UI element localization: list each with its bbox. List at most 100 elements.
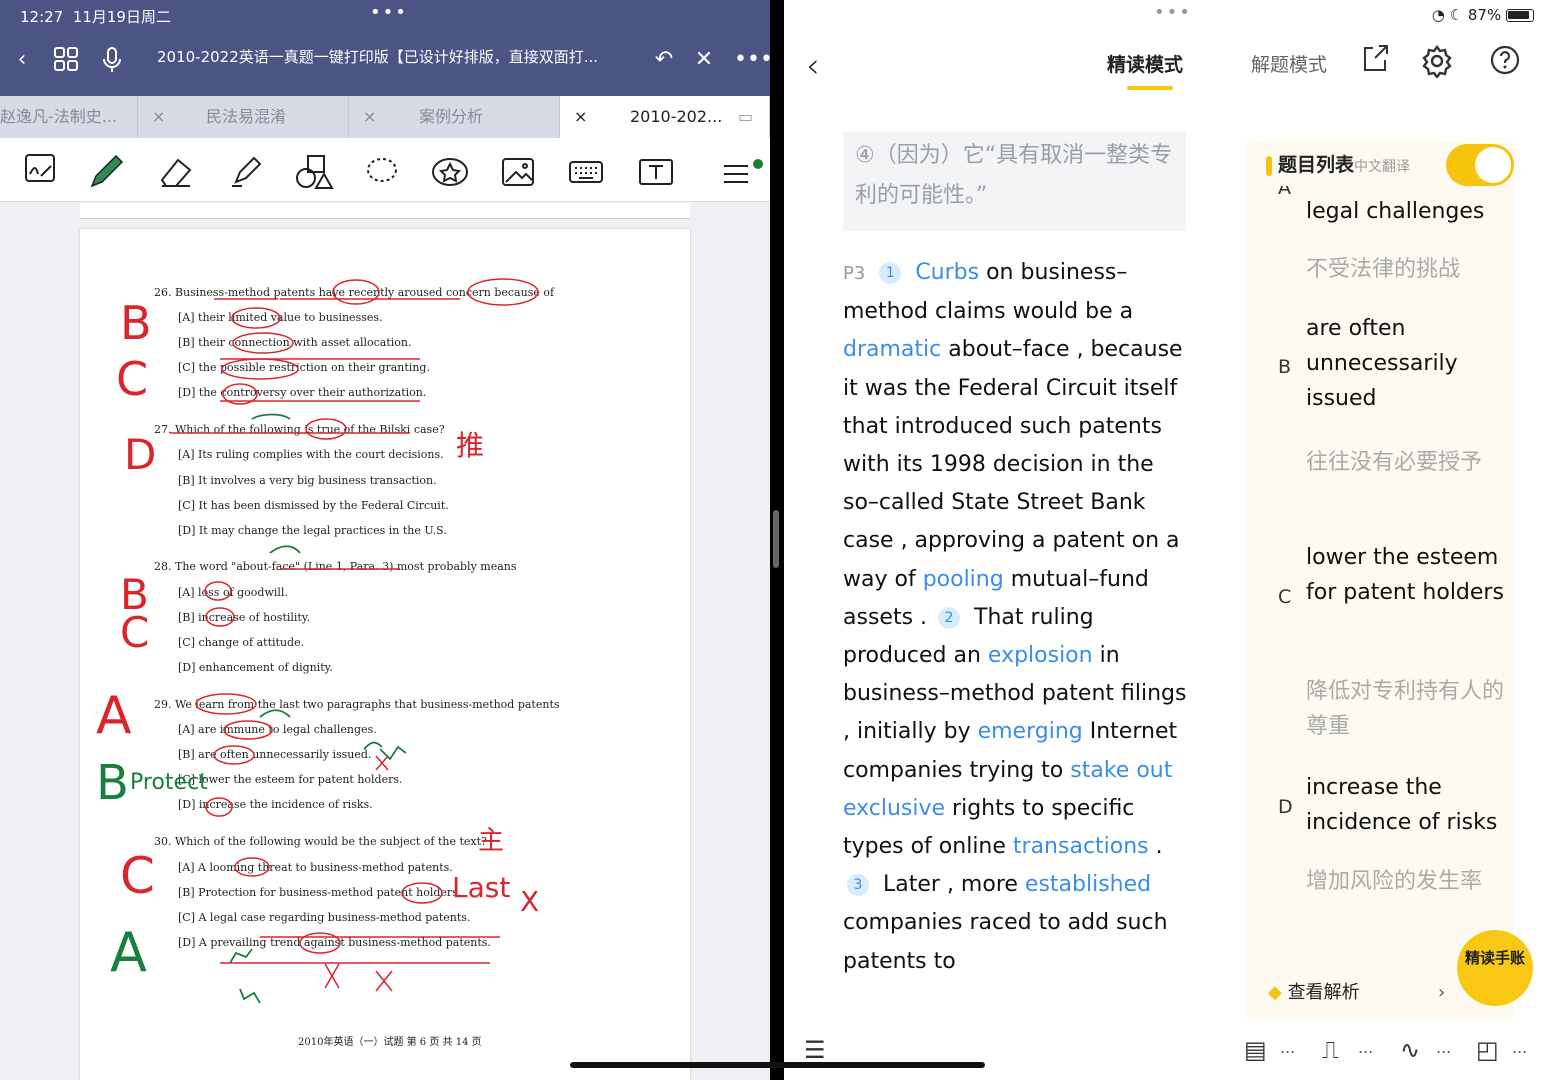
- close-icon[interactable]: ×: [574, 96, 587, 138]
- q27-option-b: [B] It involves a very big business tran…: [178, 474, 437, 487]
- microphone-icon[interactable]: [98, 46, 126, 74]
- battery-percent: 87%: [1467, 6, 1502, 24]
- close-icon[interactable]: ×: [152, 96, 165, 138]
- pen-icon[interactable]: [86, 152, 126, 192]
- q26-option-b: [B] their connection with asset allocati…: [178, 336, 412, 349]
- vocab-word[interactable]: dramatic: [843, 337, 941, 362]
- option-b-english[interactable]: are often unnecessarily issued: [1306, 311, 1506, 416]
- option-a-english[interactable]: legal challenges: [1306, 194, 1506, 229]
- tab-solve-mode[interactable]: 解题模式: [1251, 50, 1327, 77]
- q29-option-a: [A] are immune to legal challenges.: [178, 723, 377, 736]
- back-icon[interactable]: ‹: [806, 46, 820, 86]
- vocab-word[interactable]: Curbs: [915, 260, 979, 285]
- reading-notebook-button[interactable]: 精读手账: [1457, 930, 1533, 1006]
- highlighter-icon[interactable]: [226, 152, 266, 192]
- previous-sentence-translation[interactable]: ④（因为）它“具有取消一整类专利的可能性。”: [843, 132, 1186, 231]
- passage-text[interactable]: about–face , because it was the Federal …: [843, 337, 1183, 591]
- menu-icon[interactable]: ☰: [804, 1036, 826, 1064]
- zoom-write-icon[interactable]: [20, 152, 60, 192]
- sentence-number-badge[interactable]: 3: [847, 874, 869, 897]
- bottom-toolbar: ☰ ▤ ... ⎍ ... ∿ ... ◰ ...: [784, 1020, 1554, 1080]
- vocab-word[interactable]: explosion: [988, 643, 1093, 668]
- status-bar: ••• ◔ ☾ 87%: [784, 0, 1554, 32]
- color-settings-icon[interactable]: [718, 152, 763, 192]
- wifi-icon: ◔: [1431, 6, 1445, 24]
- help-icon[interactable]: [1488, 44, 1522, 78]
- option-b-chinese: 往往没有必要授予: [1306, 450, 1483, 475]
- option-c-english[interactable]: lower the esteem for patent holders: [1306, 540, 1506, 610]
- grid-icon[interactable]: [52, 46, 80, 74]
- panel-title: 题目列表中文翻译: [1266, 150, 1410, 177]
- q26-option-d: [D] the controversy over their authoriza…: [178, 386, 427, 399]
- option-d-english[interactable]: increase the incidence of risks: [1306, 770, 1506, 840]
- vocab-word[interactable]: transactions: [1013, 834, 1149, 859]
- lasso-icon[interactable]: [362, 152, 402, 192]
- shapes-icon[interactable]: [294, 152, 334, 192]
- sticker-icon[interactable]: [430, 152, 470, 192]
- eraser-icon[interactable]: [156, 152, 196, 192]
- passage-text[interactable]: Later , more: [883, 872, 1025, 897]
- image-icon[interactable]: [498, 152, 538, 192]
- tab-3[interactable]: × 案例分析: [349, 96, 560, 138]
- vocab-word[interactable]: emerging: [978, 719, 1083, 744]
- option-letter: B: [1278, 356, 1292, 378]
- passage-text[interactable]: .: [1149, 834, 1163, 859]
- tab-4-active[interactable]: × 2010-202... ▭: [560, 96, 770, 138]
- svg-text:C: C: [120, 847, 155, 905]
- export-icon[interactable]: [1358, 44, 1392, 78]
- split-icon[interactable]: ▭: [738, 96, 753, 138]
- passage-text[interactable]: companies raced to add such patents to: [843, 910, 1168, 973]
- vocab-word[interactable]: pooling: [923, 567, 1004, 592]
- previous-page-edge: [80, 203, 690, 219]
- question-27-stem: 27. Which of the following is true of th…: [154, 423, 445, 436]
- close-icon[interactable]: ×: [363, 96, 376, 138]
- home-indicator[interactable]: [570, 1062, 985, 1068]
- view-analysis-button[interactable]: ◆ 查看解析 ›: [1268, 976, 1468, 1010]
- tab-1[interactable]: 赵逸凡-法制史...: [0, 96, 138, 138]
- split-view-divider-handle[interactable]: [773, 510, 779, 568]
- more-dots[interactable]: ...: [1358, 1038, 1373, 1057]
- keyboard-icon[interactable]: [566, 152, 606, 192]
- more-dots[interactable]: ...: [1436, 1038, 1451, 1057]
- more-dots[interactable]: ...: [1512, 1038, 1527, 1057]
- vocab-word[interactable]: stake out: [1070, 758, 1172, 783]
- tab-intensive-reading[interactable]: 精读模式: [1107, 50, 1183, 77]
- bookmark-icon[interactable]: ⎍: [1322, 1036, 1339, 1064]
- undo-icon[interactable]: ↶: [650, 46, 678, 74]
- handwritten-annotations: B C D 推 B C A B Protect C A Last 主 X: [96, 278, 539, 1004]
- close-tools-icon[interactable]: ✕: [690, 46, 718, 74]
- settings-gear-icon[interactable]: [1420, 44, 1454, 79]
- wave-icon[interactable]: ∿: [1400, 1036, 1420, 1064]
- document-tabs: 赵逸凡-法制史... × 民法易混淆 × 案例分析 × 2010-202... ▭: [0, 96, 770, 138]
- back-icon[interactable]: ‹: [8, 46, 36, 74]
- svg-text:推: 推: [456, 429, 484, 462]
- question-30-stem: 30. Which of the following would be the …: [154, 835, 487, 848]
- document-viewport[interactable]: 26. Business-method patents have recentl…: [0, 203, 770, 1080]
- q29-option-d: [D] increase the incidence of risks.: [178, 798, 373, 811]
- q29-option-b: [B] are often unnecessarily issued.: [178, 748, 372, 761]
- svg-text:C: C: [116, 352, 148, 406]
- vocab-word[interactable]: exclusive: [843, 796, 945, 821]
- note-icon[interactable]: ◰: [1476, 1036, 1499, 1064]
- option-a-chinese: 不受法律的挑战: [1306, 257, 1461, 282]
- list-icon[interactable]: ▤: [1244, 1036, 1267, 1064]
- vocab-word[interactable]: established: [1025, 872, 1151, 897]
- sentence-number-badge[interactable]: 1: [879, 262, 902, 284]
- more-dots[interactable]: ...: [1280, 1038, 1295, 1057]
- text-box-icon[interactable]: [636, 152, 676, 192]
- multitask-dots[interactable]: •••: [370, 2, 408, 23]
- multitask-dots[interactable]: •••: [1154, 2, 1192, 23]
- q26-option-c: [C] the possible restriction on their gr…: [178, 361, 430, 374]
- translation-toggle[interactable]: [1446, 144, 1514, 186]
- sentence-number-badge[interactable]: 2: [938, 606, 961, 629]
- tab-2[interactable]: × 民法易混淆: [138, 96, 349, 138]
- more-icon[interactable]: •••: [734, 46, 770, 74]
- reading-passage[interactable]: P3 1 Curbs on business–method claims would…: [843, 254, 1188, 981]
- q27-option-c: [C] It has been dismissed by the Federal…: [178, 499, 449, 512]
- moon-icon: ☾: [1449, 6, 1464, 24]
- svg-text:B: B: [120, 570, 149, 619]
- q27-option-a: [A] Its ruling complies with the court d…: [178, 448, 444, 461]
- pdf-page[interactable]: 26. Business-method patents have recentl…: [80, 229, 690, 1080]
- document-title[interactable]: 2010-2022英语一真题一键打印版【已设计好排版，直接双面打...: [157, 46, 627, 67]
- svg-text:B: B: [96, 755, 129, 811]
